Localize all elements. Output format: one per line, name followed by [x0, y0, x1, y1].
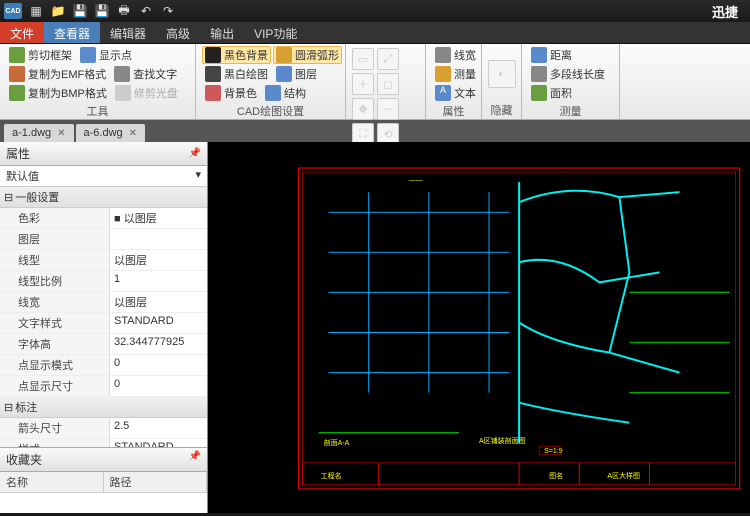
app-icon: CAD: [4, 3, 22, 19]
properties-header: 属性 📌: [0, 142, 207, 166]
default-value-row[interactable]: 默认值▾: [0, 166, 207, 187]
group-measure-label: 测量: [528, 102, 613, 120]
favorites-header: 收藏夹 📌: [0, 447, 207, 472]
tb-drawing: 图名: [549, 471, 563, 480]
section-general[interactable]: ⊟一般设置: [0, 187, 207, 208]
menu-vip[interactable]: VIP功能: [244, 22, 307, 43]
arc-smooth-button[interactable]: 圆滑弧形: [273, 46, 342, 64]
tb-project: 工程名: [321, 471, 342, 480]
zoom-out-icon[interactable]: －: [377, 98, 399, 120]
distance-button[interactable]: 距离: [528, 46, 613, 64]
zoom-window-icon[interactable]: ▭: [352, 48, 374, 70]
minus-icon: ⊟: [4, 191, 13, 204]
zoom-extents-icon[interactable]: ⤢: [377, 48, 399, 70]
drawing-canvas[interactable]: 工程名 图名 A区大样图: [208, 142, 750, 513]
redo-icon[interactable]: ↷: [160, 3, 176, 19]
text-button[interactable]: A文本: [432, 84, 475, 102]
measure-button[interactable]: 测量: [432, 65, 475, 83]
pin-icon[interactable]: 📌: [189, 451, 201, 468]
close-icon[interactable]: ✕: [129, 128, 137, 139]
section-dim[interactable]: ⊟标注: [0, 397, 207, 418]
trim-disc-button[interactable]: 修剪光盘: [112, 84, 181, 102]
dim-text: ——: [409, 177, 423, 184]
find-text-button[interactable]: 查找文字: [111, 65, 180, 83]
area-button[interactable]: 面积: [528, 84, 613, 102]
group-tools-label: 工具: [6, 102, 189, 120]
menu-bar: 文件 查看器 编辑器 高级 输出 VIP功能: [0, 22, 750, 44]
undo-icon[interactable]: ↶: [138, 3, 154, 19]
linewidth-button[interactable]: 线宽: [432, 46, 475, 64]
print-icon[interactable]: 🖶: [116, 3, 132, 19]
group-caddraw-label: CAD绘图设置: [202, 102, 339, 120]
menu-viewer[interactable]: 查看器: [44, 22, 100, 43]
pin-icon[interactable]: 📌: [189, 148, 201, 159]
polyline-length-button[interactable]: 多段线长度: [528, 65, 613, 83]
close-icon[interactable]: ✕: [57, 128, 65, 139]
menu-advanced[interactable]: 高级: [156, 22, 200, 43]
zoom-in-icon[interactable]: ＋: [352, 73, 374, 95]
pan-icon[interactable]: ✥: [352, 98, 374, 120]
new-icon[interactable]: ▦: [28, 3, 44, 19]
save-all-icon[interactable]: 💾: [94, 3, 110, 19]
bw-draw-button[interactable]: 黑白绘图: [202, 65, 271, 83]
title-bar: CAD ▦ 📁 💾 💾 🖶 ↶ ↷ 迅捷: [0, 0, 750, 22]
select-icon[interactable]: ◻: [377, 73, 399, 95]
group-attr-label: 属性: [432, 102, 475, 120]
ribbon: 剪切框架 显示点 复制为EMF格式 查找文字 复制为BMP格式 修剪光盘 工具 …: [0, 44, 750, 120]
clip-frame-button[interactable]: 剪切框架: [6, 46, 75, 64]
menu-editor[interactable]: 编辑器: [100, 22, 156, 43]
bg-color-button[interactable]: 背景色: [202, 84, 260, 102]
favorites-columns: 名称 路径: [0, 472, 207, 493]
structure-button[interactable]: 结构: [262, 84, 309, 102]
tab-a6[interactable]: a-6.dwg✕: [76, 124, 146, 142]
section-a: 剖面A-A: [324, 438, 350, 447]
menu-file[interactable]: 文件: [0, 22, 44, 43]
app-title: 迅捷: [712, 2, 746, 21]
show-point-button[interactable]: 显示点: [77, 46, 135, 64]
menu-output[interactable]: 输出: [200, 22, 244, 43]
group-hide-label: 隐藏: [488, 101, 515, 119]
minus-icon: ⊟: [4, 401, 13, 414]
open-icon[interactable]: 📁: [50, 3, 66, 19]
section-label: A区铺装剖面图: [479, 436, 526, 445]
chevron-down-icon: ▾: [195, 168, 201, 184]
properties-panel: 属性 📌 默认值▾ ⊟一般设置 色彩■ 以图层 图层 线型以图层 线型比例1 线…: [0, 142, 208, 513]
scale-label: S=1:9: [544, 448, 563, 455]
copy-bmp-button[interactable]: 复制为BMP格式: [6, 84, 110, 102]
layer-button[interactable]: 图层: [273, 65, 320, 83]
copy-emf-button[interactable]: 复制为EMF格式: [6, 65, 109, 83]
hide-toggle-icon[interactable]: ◐: [488, 60, 516, 88]
tab-a1[interactable]: a-1.dwg✕: [4, 124, 74, 142]
tb-ref: A区大样图: [607, 471, 640, 480]
black-bg-button[interactable]: 黑色背景: [202, 46, 271, 64]
favorites-list: [0, 493, 207, 513]
save-icon[interactable]: 💾: [72, 3, 88, 19]
